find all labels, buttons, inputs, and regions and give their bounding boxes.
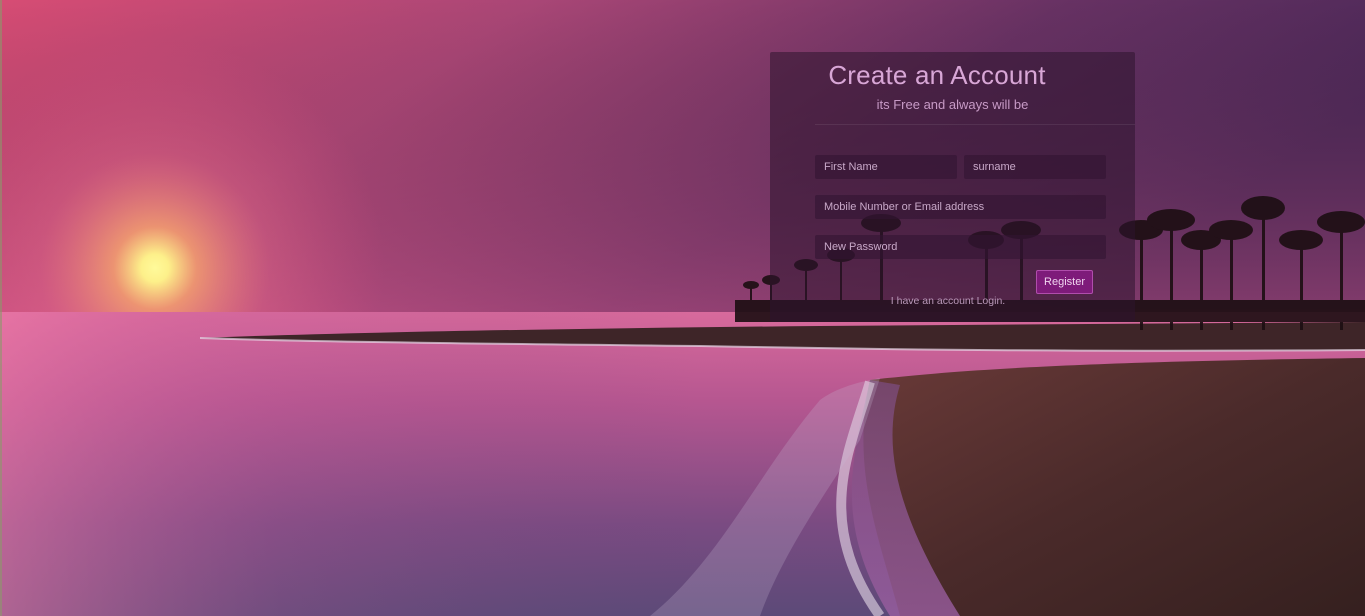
- first-name-input[interactable]: [815, 155, 957, 179]
- subtitle: its Free and always will be: [876, 97, 1029, 112]
- new-password-input[interactable]: [815, 235, 1106, 259]
- sunset-beach-background: [0, 0, 1365, 616]
- surname-input[interactable]: [964, 155, 1106, 179]
- register-button[interactable]: Register: [1036, 270, 1093, 294]
- register-panel: Create an Account its Free and always wi…: [770, 52, 1135, 322]
- mobile-email-input[interactable]: [815, 195, 1106, 219]
- page-title: Create an Account: [828, 60, 1046, 90]
- divider: [815, 124, 1135, 125]
- login-link[interactable]: I have an account Login.: [770, 295, 1126, 307]
